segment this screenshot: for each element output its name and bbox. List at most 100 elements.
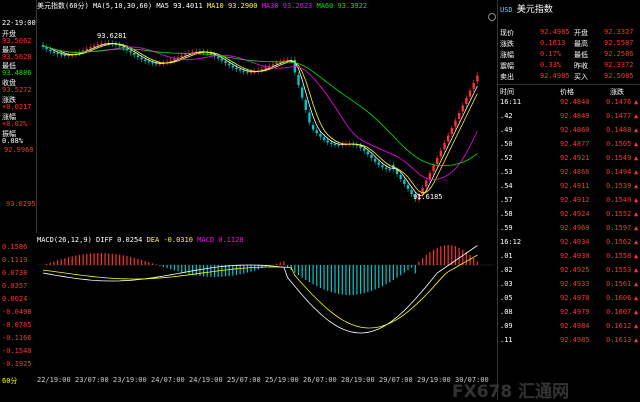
candle-body [264,67,267,69]
tick-change: 0.1561 [606,280,632,288]
candle-body [60,54,63,56]
tick-time: .53 [500,168,513,176]
candle-body [377,162,380,165]
tick-time: .50 [500,140,513,148]
candle-body [275,62,278,65]
candle-body [443,143,446,149]
ma5-line [42,42,478,197]
tick-price: 92.4984 [560,322,590,330]
quote-value: 92.4985 [540,72,570,80]
up-arrow-icon: ▲ [634,224,639,232]
candle-body [282,60,286,62]
candle-body [271,64,275,66]
tick-change: 0.1549 [606,154,632,162]
tick-row: 16:12 92.4934 0.1562 ▲ [498,238,640,250]
instrument-name: 美元指数 [516,5,553,15]
tick-price: 92.4849 [560,112,590,120]
tick-change: 0.1494 [606,168,632,176]
tick-time: .52 [500,154,513,162]
tick-price: 92.4911 [560,182,590,190]
candle-body [300,87,304,98]
tick-row: .52 92.4921 0.1549 ▲ [498,154,640,166]
currency-label: USD [500,6,513,14]
tick-change: 0.1558 [606,252,632,260]
candle-body [311,125,315,130]
quote-label: 震幅 [500,62,514,70]
x-tick-label: 25/07:00 [227,376,261,384]
candle-body [366,151,370,155]
tick-time: .03 [500,280,513,288]
macd-y-tick: 0.0357 [2,282,28,290]
candle-body [454,120,457,127]
tick-time: .49 [500,126,513,134]
tick-change: 0.1612 [606,322,632,330]
tick-price: 92.4934 [560,238,590,246]
ma30-line [42,45,478,181]
tick-row: .50 92.4877 0.1505 ▲ [498,140,640,152]
tick-time: .42 [500,112,513,120]
ma10-line [42,43,478,194]
candle-body [136,55,140,58]
candle-body [395,170,399,174]
candle-body [89,47,92,49]
quote-row: 震幅 0.33% 昨收 92.3372 [500,61,639,71]
candle-body [461,105,464,112]
price-chart[interactable]: 93.6281 91.6185 [37,0,495,233]
quote-label: 涨幅 [500,51,514,59]
tick-price: 92.4866 [560,168,590,176]
up-arrow-icon: ▲ [634,168,639,176]
up-arrow-icon: ▲ [634,98,639,106]
up-arrow-icon: ▲ [634,322,639,330]
tick-row: .09 92.4984 0.1612 ▲ [498,322,640,334]
candle-body [450,128,453,134]
candle-body [173,59,176,61]
up-arrow-icon: ▲ [634,154,639,162]
x-tick-label: 25/19:00 [265,376,299,384]
up-arrow-icon: ▲ [634,266,639,274]
candle-body [388,169,391,171]
up-arrow-icon: ▲ [634,238,639,246]
candle-body [315,130,318,134]
close-value: 93.5272 [2,86,32,94]
x-tick-label: 26/07:00 [303,376,337,384]
candle-body [151,62,154,64]
tick-change: 0.1476 [606,98,632,106]
period-selector[interactable]: 60分 [2,376,17,386]
candle-body [308,112,311,123]
up-arrow-icon: ▲ [634,280,639,288]
tick-row: .03 92.4933 0.1561 ▲ [498,280,640,292]
tick-time: .54 [500,182,513,190]
tick-row: .05 92.4978 0.1606 ▲ [498,294,640,306]
ma60-line [42,45,478,167]
tick-time: .11 [500,336,513,344]
quote-value: 92.5085 [604,72,634,80]
low-value: 93.4886 [2,69,32,77]
candle-body [370,155,373,159]
tick-price: 92.4985 [560,336,590,344]
low-marker: 91.6185 [413,193,443,201]
tick-row: .57 92.4912 0.1540 ▲ [498,196,640,208]
tick-row: .01 92.4930 0.1558 ▲ [498,252,640,264]
candle-body [297,75,300,85]
candle-body [246,71,249,73]
candle-body [476,75,479,82]
macd-y-tick: -0.1166 [2,334,32,342]
tick-time: .58 [500,210,513,218]
candle-body [468,90,472,97]
tick-change: 0.1539 [606,182,632,190]
macd-chart[interactable] [37,233,495,373]
tick-col-time: 时间 [500,88,514,96]
candle-body [436,158,439,164]
x-tick-label: 24/07:00 [151,376,185,384]
tick-row: .42 92.4849 0.1477 ▲ [498,112,640,124]
candle-body [52,51,56,53]
tick-price: 92.4969 [560,224,590,232]
x-tick-label: 22/19:00 [37,376,71,384]
quote-label: 买入 [574,73,588,81]
candle-body [180,55,183,58]
tick-time: .09 [500,322,513,330]
tick-header: 时间 价格 涨跌 [498,84,640,97]
candle-body [319,133,322,137]
candle-body [96,44,99,46]
tick-change: 0.1488 [606,126,632,134]
